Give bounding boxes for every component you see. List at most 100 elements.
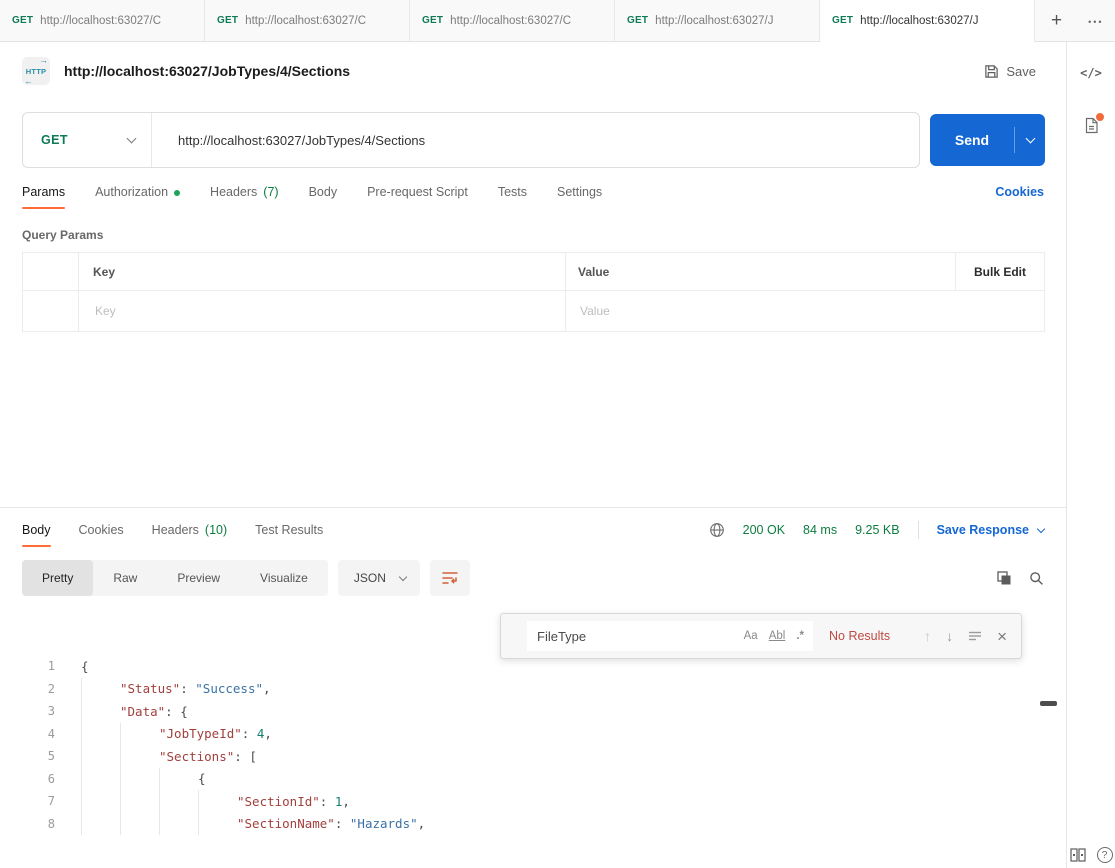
- workspace-tab[interactable]: GEThttp://localhost:63027/C: [410, 0, 615, 42]
- find-input[interactable]: FileType Aa Abl .*: [527, 621, 813, 651]
- query-params-header-row: Key Value Bulk Edit: [23, 253, 1044, 291]
- help-icon[interactable]: ?: [1097, 847, 1113, 863]
- save-button[interactable]: Save: [976, 58, 1044, 85]
- code-line: 5"Sections": [: [0, 745, 1066, 768]
- line-number: 3: [0, 704, 55, 718]
- code-line: 2"Status": "Success",: [0, 678, 1066, 701]
- tab-settings[interactable]: Settings: [557, 170, 602, 214]
- indent-guide: [81, 678, 120, 701]
- tab-params[interactable]: Params: [22, 170, 65, 214]
- url-row: GET Send: [0, 100, 1066, 170]
- tab-label: Pre-request Script: [367, 185, 468, 199]
- console-icon[interactable]: [1070, 848, 1086, 862]
- tab-label: Body: [309, 185, 338, 199]
- url-input[interactable]: [152, 113, 919, 167]
- tab-body[interactable]: Body: [309, 170, 338, 214]
- close-icon[interactable]: ×: [997, 628, 1007, 645]
- workspace-tab[interactable]: GEThttp://localhost:63027/J: [615, 0, 820, 42]
- chevron-down-icon: [399, 572, 407, 580]
- view-mode-raw[interactable]: Raw: [93, 560, 157, 596]
- request-tabs: Params Authorization Headers(7) Body Pre-req…: [0, 170, 1066, 214]
- previous-match-icon[interactable]: ↑: [924, 629, 931, 643]
- code-token: :: [335, 816, 350, 831]
- tab-label: Body: [22, 523, 51, 537]
- code-token: ,: [263, 681, 271, 696]
- view-mode-pretty[interactable]: Pretty: [22, 560, 93, 596]
- copy-icon[interactable]: [997, 571, 1012, 586]
- indent-guide: [159, 768, 198, 791]
- search-icon[interactable]: [1029, 571, 1044, 586]
- sidebar-bottom-actions: ?: [1070, 847, 1113, 863]
- tab-method-label: GET: [12, 15, 33, 26]
- code-snippet-icon[interactable]: </>: [1080, 66, 1102, 80]
- chevron-down-icon: [127, 134, 137, 144]
- line-number: 7: [0, 794, 55, 808]
- tab-label: Cookies: [79, 523, 124, 537]
- send-options-button[interactable]: [1015, 114, 1045, 166]
- indent-guide: [120, 813, 159, 836]
- param-key-input[interactable]: [93, 303, 551, 319]
- send-button[interactable]: Send: [930, 114, 1045, 166]
- indent-guide: [81, 790, 120, 813]
- code-line: 7"SectionId": 1,: [0, 790, 1066, 813]
- response-view-controls: PrettyRawPreviewVisualize JSON: [0, 552, 1066, 604]
- tab-tests[interactable]: Tests: [498, 170, 527, 214]
- save-response-button[interactable]: Save Response: [937, 523, 1044, 537]
- tab-label: Settings: [557, 185, 602, 199]
- tab-label: Headers: [152, 523, 199, 537]
- status-badge[interactable]: 200 OK: [743, 523, 785, 537]
- method-selector[interactable]: GET: [23, 113, 151, 167]
- language-selector[interactable]: JSON: [338, 560, 420, 596]
- bulk-edit-button[interactable]: Bulk Edit: [974, 265, 1026, 279]
- response-body-editor[interactable]: FileType Aa Abl .* No Results ↑ ↓: [0, 604, 1066, 868]
- request-url-bar: GET: [22, 112, 920, 168]
- view-mode-preview[interactable]: Preview: [157, 560, 240, 596]
- tab-headers[interactable]: Headers(7): [210, 170, 279, 214]
- more-options-icon[interactable]: •••: [1082, 13, 1109, 29]
- column-header-value: Value: [578, 265, 609, 279]
- response-time[interactable]: 84 ms: [803, 523, 837, 537]
- tab-url-label: http://localhost:63027/C: [450, 15, 571, 27]
- whole-word-icon[interactable]: Abl: [769, 630, 786, 642]
- documentation-icon[interactable]: [1083, 116, 1100, 140]
- response-tab-list: Body Cookies Headers(10) Test Results: [22, 508, 323, 552]
- line-number: 5: [0, 749, 55, 763]
- next-match-icon[interactable]: ↓: [946, 629, 953, 643]
- code-token: ,: [418, 816, 426, 831]
- globe-icon[interactable]: [709, 522, 725, 538]
- response-tab-headers[interactable]: Headers(10): [152, 508, 227, 552]
- scrollbar-thumb[interactable]: [1040, 701, 1057, 706]
- cookies-link[interactable]: Cookies: [995, 185, 1044, 199]
- line-number: 1: [0, 659, 55, 673]
- indent-guide: [81, 745, 120, 768]
- regex-icon[interactable]: .*: [796, 630, 804, 642]
- indent-guide: [81, 813, 120, 836]
- workspace-tabbar: GEThttp://localhost:63027/CGEThttp://loc…: [0, 0, 1115, 42]
- workspace-tab[interactable]: GET http://localhost:63027/C: [205, 0, 410, 42]
- response-size[interactable]: 9.25 KB: [855, 523, 899, 537]
- indent-guide: [81, 723, 120, 746]
- request-title: http://localhost:63027/JobTypes/4/Sectio…: [64, 63, 350, 79]
- param-value-input[interactable]: [578, 303, 944, 319]
- workspace-tab[interactable]: GEThttp://localhost:63027/C: [0, 0, 205, 42]
- menu-lines-icon[interactable]: [968, 630, 982, 642]
- right-sidebar: </> ?: [1066, 42, 1115, 868]
- workspace-tab-active[interactable]: GEThttp://localhost:63027/J: [820, 0, 1035, 42]
- tab-method-label: GET: [217, 15, 238, 26]
- app-window: GEThttp://localhost:63027/CGEThttp://loc…: [0, 0, 1115, 868]
- tab-pre-request-script[interactable]: Pre-request Script: [367, 170, 468, 214]
- match-case-icon[interactable]: Aa: [744, 630, 758, 642]
- chevron-down-icon: [1037, 524, 1045, 532]
- tab-label: Headers: [210, 185, 257, 199]
- http-method-icon: → HTTP ←: [22, 57, 50, 85]
- tab-authorization[interactable]: Authorization: [95, 170, 180, 214]
- new-tab-button[interactable]: +: [1045, 9, 1068, 32]
- view-mode-visualize[interactable]: Visualize: [240, 560, 328, 596]
- response-tab-test-results[interactable]: Test Results: [255, 508, 323, 552]
- wrap-lines-button[interactable]: [430, 560, 470, 596]
- response-tab-body[interactable]: Body: [22, 508, 51, 552]
- code-token: {: [81, 659, 89, 674]
- indent-guide: [120, 745, 159, 768]
- response-tab-cookies[interactable]: Cookies: [79, 508, 124, 552]
- tab-url-label: http://localhost:63027/C: [245, 15, 366, 27]
